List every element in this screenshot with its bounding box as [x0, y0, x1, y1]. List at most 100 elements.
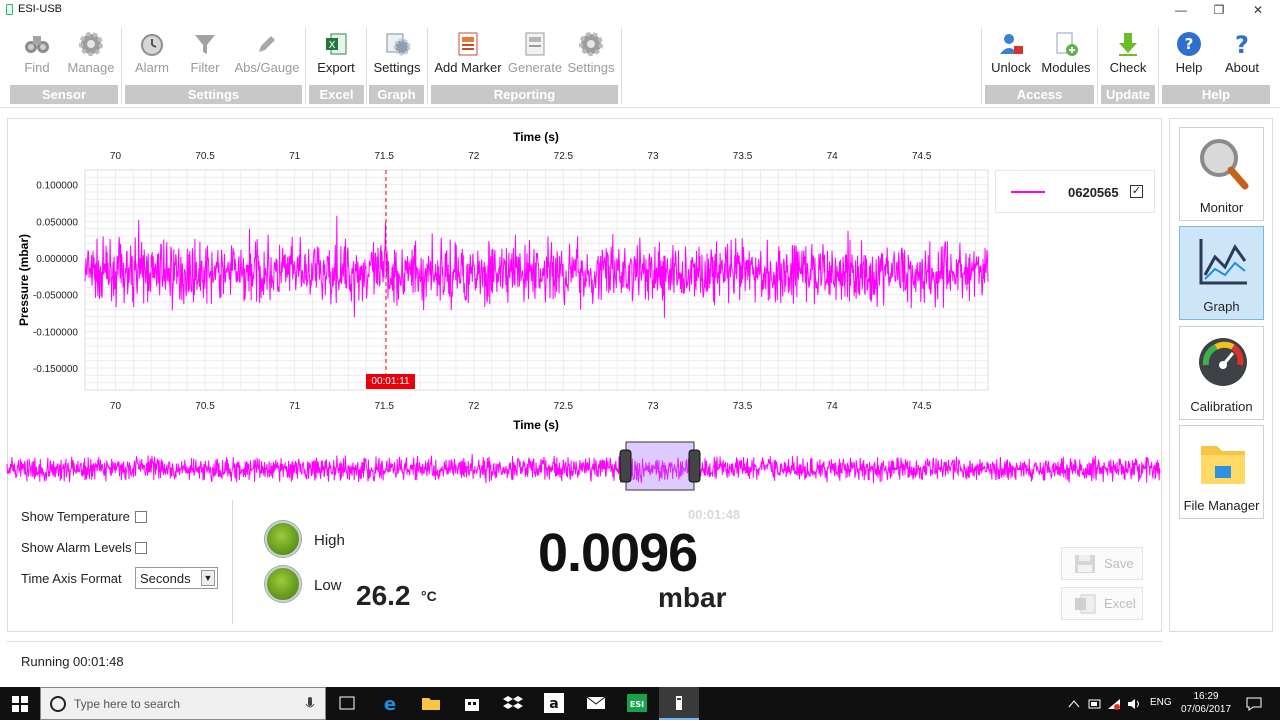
folder-icon [1201, 446, 1245, 484]
gear-icon [79, 32, 103, 56]
separator [621, 28, 622, 104]
show-temperature-option[interactable]: Show Temperature [21, 509, 147, 524]
abs-gauge-button[interactable]: Abs/Gauge [232, 30, 302, 82]
chevron-up-icon[interactable] [1068, 698, 1080, 710]
app-icon [6, 4, 13, 15]
x-tick-label: 71.5 [374, 151, 394, 162]
series-line-0620565 [84, 215, 989, 318]
x-tick-label: 70.5 [195, 151, 215, 162]
y-tick-label: 0.100000 [36, 181, 78, 192]
nav-file-manager[interactable]: File Manager [1179, 425, 1264, 519]
legend-series-checkbox[interactable]: ✓ [1130, 185, 1143, 198]
binoculars-icon [25, 36, 49, 53]
add-document-icon [1056, 32, 1078, 56]
x-tick-label: 73 [647, 401, 659, 412]
active-app-tab[interactable] [659, 687, 699, 720]
language-indicator[interactable]: ENG [1150, 697, 1172, 708]
microphone-icon[interactable] [305, 696, 315, 712]
x-tick-labels-bottom: 70 70.5 71 71.5 72 72.5 73 73.5 74 74.5 [110, 401, 932, 412]
cortana-circle-icon [50, 696, 66, 712]
low-alarm-indicator-icon [265, 566, 301, 602]
help-icon: ? [1177, 32, 1201, 56]
nav-calibration[interactable]: Calibration [1179, 326, 1264, 420]
marker-time-label[interactable]: 00:01:11 [366, 374, 415, 389]
y-tick-labels: 0.100000 0.050000 0.000000 -0.050000 -0.1000… [33, 181, 78, 375]
separator [1097, 28, 1098, 104]
pressure-unit: mbar [658, 582, 727, 613]
show-temperature-checkbox[interactable] [135, 511, 147, 523]
svg-text:e: e [384, 694, 396, 713]
store-icon[interactable] [462, 693, 482, 713]
usb-app-icon [676, 696, 682, 710]
y-axis-label: Pressure (mbar) [17, 234, 31, 326]
help-button[interactable]: ? Help [1170, 30, 1208, 82]
modules-button[interactable]: Modules [1040, 30, 1092, 82]
show-alarm-levels-option[interactable]: Show Alarm Levels [21, 540, 147, 555]
generate-button[interactable]: Generate [506, 30, 564, 82]
edge-browser-icon[interactable]: e [380, 693, 400, 713]
ribbon-toolbar: Find Manage Alarm Filter Abs/Gauge X Exp… [0, 22, 1280, 108]
x-tick-label: 70.5 [195, 401, 215, 412]
group-sensor: Sensor [10, 85, 118, 104]
pressure-value: 0.0096 [538, 523, 698, 583]
overview-right-handle [688, 449, 701, 483]
document-icon [525, 32, 545, 56]
group-access: Access [985, 85, 1094, 104]
restore-button[interactable]: ❐ [1200, 0, 1238, 20]
x-tick-label: 70 [110, 151, 122, 162]
check-button[interactable]: Check [1106, 30, 1150, 82]
mail-icon[interactable] [586, 693, 606, 713]
unlock-button[interactable]: Unlock [989, 30, 1033, 82]
system-clock[interactable]: 16:29 07/06/2017 [1178, 690, 1234, 716]
file-explorer-icon[interactable] [421, 693, 441, 713]
y-tick-label: -0.150000 [33, 364, 78, 375]
pencil-icon [259, 36, 275, 52]
nav-monitor[interactable]: Monitor [1179, 127, 1264, 221]
divider [232, 500, 233, 624]
windows-start-icon[interactable] [12, 696, 28, 712]
svg-text:a: a [549, 696, 558, 712]
user-lock-icon [1000, 34, 1023, 54]
high-alarm-indicator-icon [265, 521, 301, 557]
show-alarm-levels-checkbox[interactable] [135, 542, 147, 554]
close-button[interactable]: ✕ [1239, 0, 1277, 20]
group-update: Update [1101, 85, 1155, 104]
time-axis-format-label: Time Axis Format [21, 571, 122, 586]
report-settings-button[interactable]: Settings [566, 30, 616, 82]
amazon-icon[interactable]: a [544, 693, 564, 713]
about-button[interactable]: ? About [1220, 30, 1264, 82]
esi-app-icon[interactable]: ESI [627, 693, 647, 713]
status-bar: Running 00:01:48 [7, 641, 1162, 679]
x-tick-label: 74.5 [912, 401, 932, 412]
alarm-button[interactable]: Alarm [130, 30, 174, 82]
download-arrow-icon [1119, 33, 1137, 56]
battery-icon[interactable] [1088, 697, 1102, 711]
nav-graph[interactable]: Graph [1179, 226, 1264, 320]
pressure-chart[interactable]: 70 70.5 71 71.5 72 72.5 73 73.5 74 74.5 70 70.5 71 7… [0, 122, 1162, 494]
alarm-clock-icon [141, 34, 163, 56]
legend-series-name: 0620565 [1068, 185, 1119, 200]
side-navigation: Monitor Graph Calibration File Manager [1169, 118, 1273, 632]
graph-gear-icon [386, 33, 411, 56]
excel-button[interactable]: Excel [1061, 587, 1143, 620]
export-button[interactable]: X Export [313, 30, 359, 82]
network-icon[interactable] [1107, 697, 1121, 711]
graph-settings-button[interactable]: Settings [369, 30, 425, 82]
temperature-value: 26.2 [356, 580, 411, 611]
chart-legend: 0620565 ✓ [995, 170, 1155, 213]
dropbox-icon[interactable] [503, 693, 523, 713]
time-axis-format-select[interactable]: Seconds ▼ [135, 567, 218, 589]
add-marker-button[interactable]: Add Marker [432, 30, 504, 82]
save-button[interactable]: Save [1061, 547, 1143, 580]
task-view-icon[interactable] [337, 693, 357, 713]
notification-icon[interactable] [1246, 696, 1262, 712]
svg-text:?: ? [1235, 31, 1249, 58]
group-graph: Graph [369, 85, 424, 104]
filter-button[interactable]: Filter [184, 30, 226, 82]
minimize-button[interactable]: — [1162, 0, 1200, 20]
volume-icon[interactable] [1127, 697, 1141, 711]
overview-left-handle [619, 449, 632, 483]
find-button[interactable]: Find [14, 30, 60, 82]
taskbar-search[interactable]: Type here to search [40, 687, 326, 720]
manage-button[interactable]: Manage [64, 30, 118, 82]
